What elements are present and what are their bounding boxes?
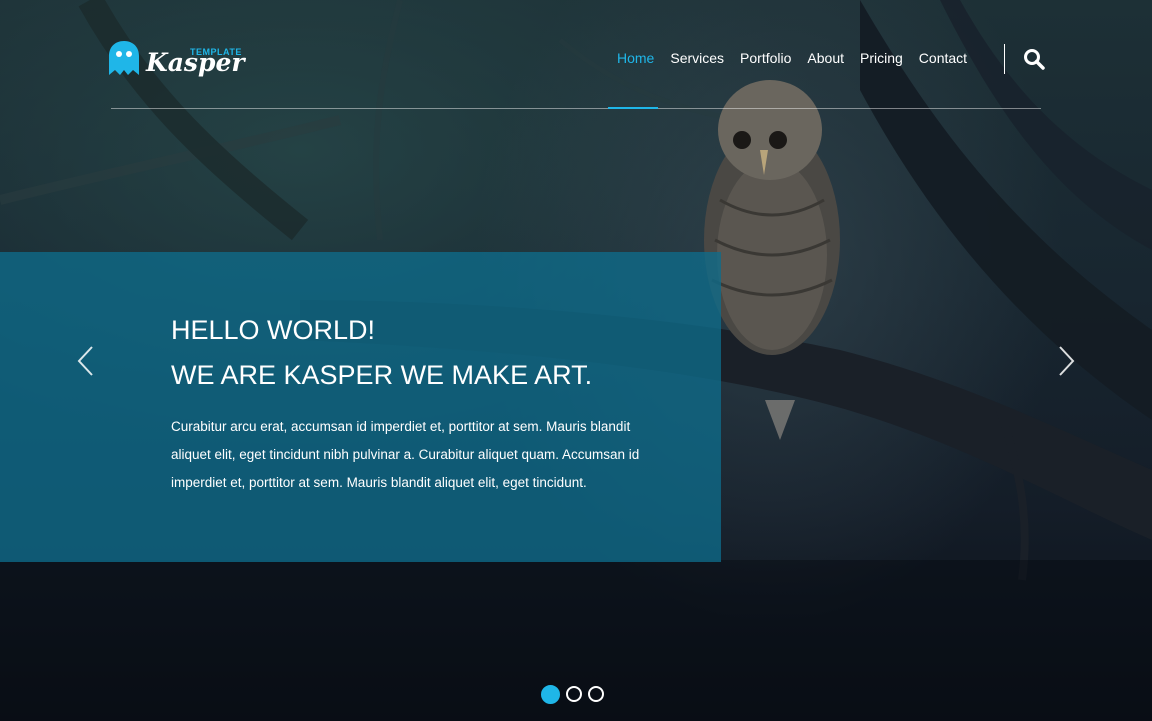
nav-item-about[interactable]: About [807, 50, 844, 66]
nav-item-contact[interactable]: Contact [919, 50, 967, 66]
ghost-icon [109, 41, 139, 75]
nav-divider [1004, 44, 1005, 74]
nav-item-portfolio[interactable]: Portfolio [740, 50, 791, 66]
active-nav-indicator [608, 107, 658, 109]
main-nav: Home Services Portfolio About Pricing Co… [617, 50, 967, 66]
slide-description: Curabitur arcu erat, accumsan id imperdi… [171, 419, 640, 490]
slider-dot-2[interactable] [566, 686, 582, 702]
header-divider-line [111, 108, 1041, 109]
chevron-right-icon[interactable] [1056, 345, 1076, 377]
slide-title-line-1: HELLO WORLD! [171, 315, 376, 345]
slide-title-line-2: WE ARE KASPER WE MAKE ART. [171, 360, 593, 390]
slide-panel [0, 252, 721, 562]
brand-logo[interactable]: TEMPLATE Kasper [108, 38, 245, 82]
nav-item-home[interactable]: Home [617, 50, 654, 66]
slider-dot-3[interactable] [588, 686, 604, 702]
hero-section: TEMPLATE Kasper Home Services Portfolio … [0, 0, 1152, 721]
nav-item-services[interactable]: Services [670, 50, 724, 66]
search-icon[interactable] [1023, 48, 1045, 70]
slide-title: HELLO WORLD! WE ARE KASPER WE MAKE ART. [171, 308, 592, 398]
nav-item-pricing[interactable]: Pricing [860, 50, 903, 66]
chevron-left-icon[interactable] [76, 345, 96, 377]
slider-pagination [541, 685, 604, 704]
brand-name: Kasper [146, 48, 245, 77]
slider-dot-1[interactable] [541, 685, 560, 704]
